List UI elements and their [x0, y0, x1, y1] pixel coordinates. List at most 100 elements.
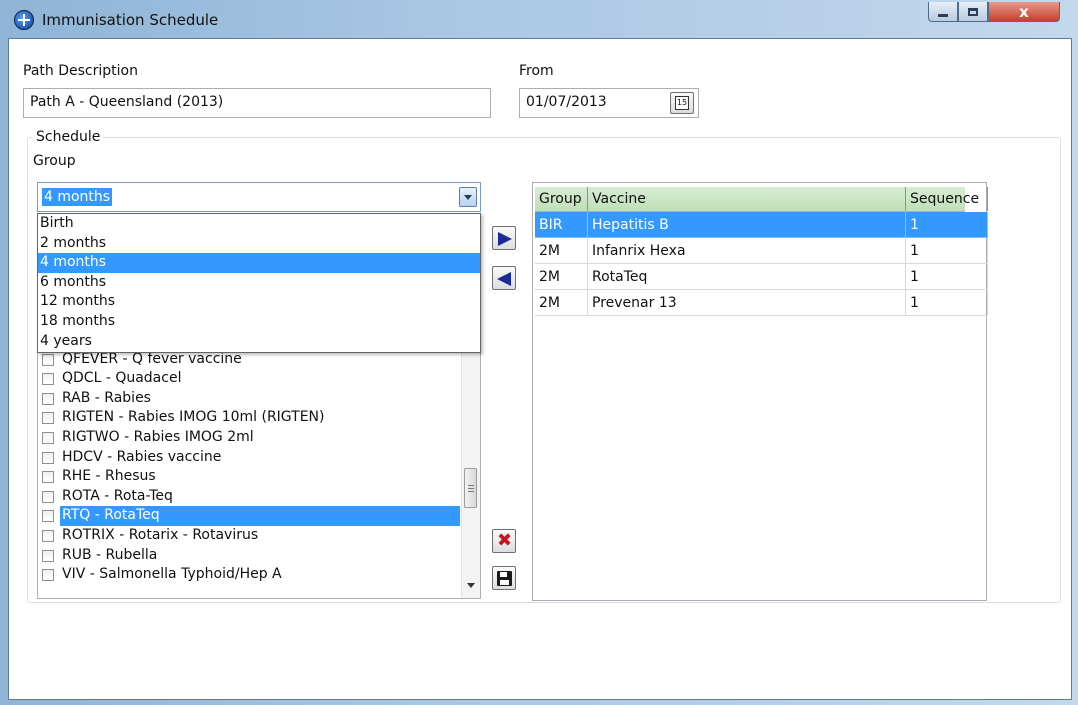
vaccine-item-label: RAB - Rabies: [62, 389, 151, 406]
vaccine-checkbox[interactable]: [42, 471, 54, 484]
group-option[interactable]: 18 months: [38, 312, 480, 332]
vaccine-item-label: HDCV - Rabies vaccine: [62, 448, 222, 465]
scrollbar-thumb[interactable]: [464, 468, 477, 508]
grid-header-sequence[interactable]: Sequence: [906, 187, 988, 211]
calendar-icon: 15: [675, 96, 689, 110]
schedule-grid[interactable]: Group Vaccine Sequence BIR Hepatitis B 1 2M…: [532, 182, 989, 601]
grid-row[interactable]: 2M Infanrix Hexa 1: [535, 238, 989, 264]
vaccine-list-item[interactable]: HDCV - Rabies vaccine: [40, 448, 460, 468]
group-option[interactable]: 2 months: [38, 234, 480, 254]
from-date-value: 01/07/2013: [526, 94, 607, 110]
from-date-input[interactable]: 01/07/2013 15: [519, 88, 699, 118]
grid-row[interactable]: 2M Prevenar 13 1: [535, 290, 989, 316]
group-option[interactable]: 12 months: [38, 292, 480, 312]
vaccine-list-item[interactable]: RIGTWO - Rabies IMOG 2ml: [40, 428, 460, 448]
title-bar[interactable]: Immunisation Schedule x: [0, 0, 1078, 38]
vaccine-item-label: RTQ - RotaTeq: [60, 506, 460, 526]
vaccine-checkbox[interactable]: [42, 373, 54, 386]
grid-cell-sequence[interactable]: 1: [906, 290, 988, 316]
vaccine-checkbox[interactable]: [42, 451, 54, 464]
path-description-label: Path Description: [23, 63, 138, 79]
calendar-button[interactable]: 15: [670, 92, 694, 114]
group-dropdown-list[interactable]: Birth 2 months 4 months 6 months 12 months 18…: [37, 213, 481, 353]
vaccine-item-label: ROTRIX - Rotarix - Rotavirus: [62, 527, 259, 543]
group-option[interactable]: 6 months: [38, 273, 480, 293]
path-description-input[interactable]: Path A - Queensland (2013): [23, 88, 491, 118]
vaccine-item-label: QDCL - Quadacel: [62, 370, 182, 387]
close-icon: x: [1019, 2, 1029, 21]
vaccine-item-label: RIGTWO - Rabies IMOG 2ml: [62, 429, 254, 445]
maximize-button[interactable]: [958, 2, 988, 22]
vaccine-checkbox[interactable]: [42, 549, 54, 562]
add-vaccine-button[interactable]: [492, 226, 516, 250]
vaccine-checkbox[interactable]: [42, 490, 54, 503]
delete-button[interactable]: ✖: [492, 529, 516, 553]
grid-cell-sequence[interactable]: 1: [906, 212, 988, 238]
group-selected-value: 4 months: [42, 188, 113, 206]
group-label: Group: [33, 153, 76, 169]
grid-cell-sequence[interactable]: 1: [906, 264, 988, 290]
dialog-body: Path Description Path A - Queensland (20…: [8, 38, 1072, 700]
vaccine-item-label: RUB - Rubella: [62, 546, 158, 563]
grid-header-vaccine[interactable]: Vaccine: [588, 187, 906, 211]
grid-cell-vaccine[interactable]: Infanrix Hexa: [588, 238, 906, 264]
vaccine-list-item[interactable]: VIV - Salmonella Typhoid/Hep A: [40, 565, 460, 585]
group-combobox[interactable]: 4 months: [37, 182, 481, 212]
grid-cell-group[interactable]: 2M: [535, 264, 588, 290]
vaccine-item-label: ROTA - Rota-Teq: [62, 487, 173, 504]
vaccine-item-label: RIGTEN - Rabies IMOG 10ml (RIGTEN): [62, 409, 325, 426]
vaccine-checkbox[interactable]: [42, 569, 54, 582]
vaccine-checkbox[interactable]: [42, 392, 54, 405]
minimize-icon: [938, 14, 948, 17]
group-option[interactable]: Birth: [38, 214, 480, 234]
vaccine-checkbox[interactable]: [42, 353, 54, 366]
vaccine-item-label: VIV - Salmonella Typhoid/Hep A: [62, 566, 282, 583]
arrow-left-icon: [497, 272, 511, 286]
grid-cell-sequence[interactable]: 1: [906, 238, 988, 264]
grip-icon: [468, 485, 474, 493]
vaccine-checkbox[interactable]: [42, 530, 54, 542]
scroll-down-icon[interactable]: [467, 583, 475, 588]
vaccine-checkbox[interactable]: [42, 432, 54, 444]
grid-cell-vaccine[interactable]: Prevenar 13: [588, 290, 906, 316]
delete-x-icon: ✖: [497, 530, 513, 551]
grid-cell-group[interactable]: BIR: [535, 212, 588, 238]
chevron-down-icon[interactable]: [459, 187, 477, 207]
vaccine-list-item[interactable]: RHE - Rhesus: [40, 467, 460, 487]
vaccine-list-item[interactable]: RAB - Rabies: [40, 389, 460, 409]
vaccine-checklist[interactable]: QFEV - Q feverQFEVER - Q fever vaccineQD…: [37, 339, 481, 599]
grid-header-group[interactable]: Group: [535, 187, 588, 211]
grid-header: Group Vaccine Sequence: [535, 187, 988, 212]
vaccine-list-item[interactable]: RIGTEN - Rabies IMOG 10ml (RIGTEN): [40, 408, 460, 428]
vaccine-checkbox[interactable]: [42, 510, 54, 523]
arrow-right-icon: [498, 232, 512, 246]
schedule-title: Schedule: [33, 129, 104, 145]
grid-cell-vaccine[interactable]: Hepatitis B: [588, 212, 906, 238]
vaccine-list-item[interactable]: RUB - Rubella: [40, 546, 460, 566]
group-option[interactable]: 4 years: [38, 332, 480, 352]
vaccine-list-item[interactable]: RTQ - RotaTeq: [40, 506, 460, 526]
vaccine-list-scrollbar[interactable]: [461, 340, 480, 598]
vaccine-list-item[interactable]: ROTRIX - Rotarix - Rotavirus: [40, 526, 460, 546]
from-label: From: [519, 63, 554, 79]
grid-row[interactable]: BIR Hepatitis B1: [535, 212, 989, 238]
vaccine-list-item[interactable]: ROTA - Rota-Teq: [40, 487, 460, 507]
vaccine-checkbox[interactable]: [42, 412, 54, 425]
vaccine-item-label: RHE - Rhesus: [62, 468, 156, 485]
maximize-icon: [968, 7, 978, 16]
save-button[interactable]: [492, 566, 516, 590]
grid-cell-vaccine[interactable]: RotaTeq: [588, 264, 906, 290]
window: Immunisation Schedule x Path Description…: [0, 0, 1078, 705]
path-description-value: Path A - Queensland (2013): [30, 94, 224, 110]
grid-cell-group[interactable]: 2M: [535, 290, 588, 316]
grid-cell-group[interactable]: 2M: [535, 238, 588, 264]
grid-row[interactable]: 2M RotaTeq 1: [535, 264, 989, 290]
floppy-disk-icon: [497, 571, 512, 586]
app-icon: [14, 10, 34, 30]
minimize-button[interactable]: [928, 2, 958, 22]
vaccine-list-item[interactable]: QDCL - Quadacel: [40, 369, 460, 389]
group-option[interactable]: 4 months: [38, 253, 480, 273]
window-title: Immunisation Schedule: [42, 11, 219, 29]
close-button[interactable]: x: [988, 2, 1060, 22]
remove-vaccine-button[interactable]: [492, 266, 516, 290]
